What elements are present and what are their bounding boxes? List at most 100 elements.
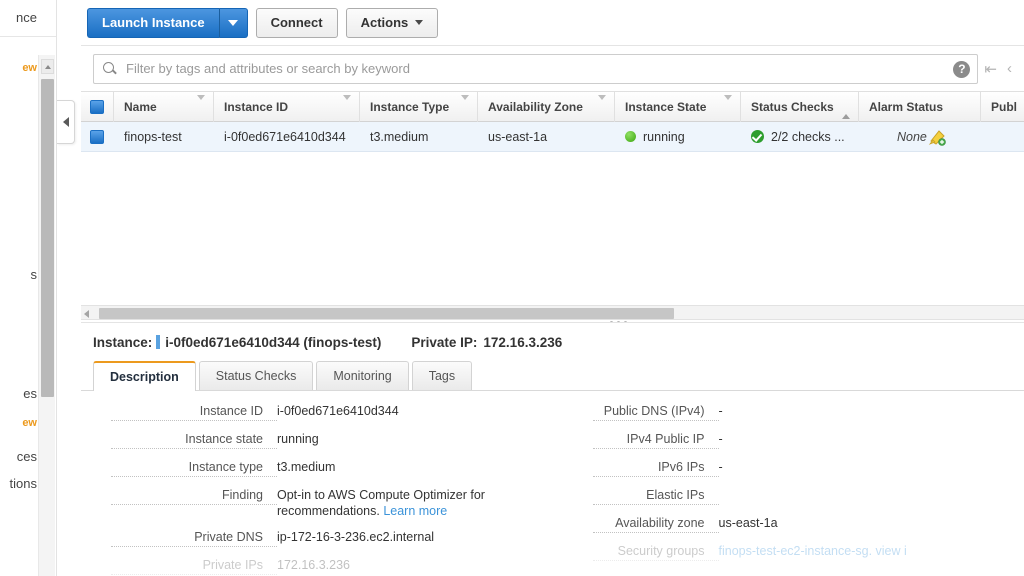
launch-instance-button[interactable]: Launch Instance bbox=[87, 8, 220, 38]
detail-field-value: i-0f0ed671e6410d344 bbox=[277, 403, 399, 421]
detail-field-row: Instance staterunning bbox=[111, 431, 553, 449]
column-header[interactable]: Instance ID bbox=[214, 91, 360, 122]
detail-field-label: Elastic IPs bbox=[593, 487, 719, 505]
column-header-label: Instance ID bbox=[224, 100, 288, 114]
column-sort-control[interactable] bbox=[598, 100, 606, 114]
column-sort-control[interactable] bbox=[197, 100, 205, 114]
column-header[interactable]: Publ bbox=[981, 91, 1024, 122]
sort-descending-icon bbox=[598, 95, 606, 114]
main-content: Launch Instance Connect Actions Filter b… bbox=[81, 0, 1024, 576]
detail-field-row: Elastic IPs bbox=[593, 487, 1024, 505]
instance-detail-panel: Instance: i-0f0ed671e6410d344 (finops-te… bbox=[81, 322, 1024, 576]
select-all-checkbox[interactable] bbox=[90, 100, 104, 114]
detail-field-row: Private IPs172.16.3.236 bbox=[111, 557, 553, 575]
column-header-label: Alarm Status bbox=[869, 100, 943, 114]
detail-field-text: running bbox=[277, 432, 319, 446]
detail-field-label: Instance state bbox=[111, 431, 277, 449]
column-header[interactable]: Name bbox=[114, 91, 214, 122]
detail-field-row: FindingOpt-in to AWS Compute Optimizer f… bbox=[111, 487, 553, 519]
search-input[interactable]: Filter by tags and attributes or search … bbox=[93, 54, 978, 84]
sidebar-item-fragment[interactable]: ces bbox=[17, 449, 37, 464]
sidebar-item-fragment[interactable]: s bbox=[31, 267, 38, 282]
column-header[interactable]: Status Checks bbox=[741, 91, 859, 122]
detail-field-value: finops-test-ec2-instance-sg. view i bbox=[719, 543, 907, 561]
detail-field-row: Public DNS (IPv4)- bbox=[593, 403, 1024, 421]
detail-field-row: Private DNSip-172-16-3-236.ec2.internal bbox=[111, 529, 553, 547]
scroll-up-arrow-icon[interactable] bbox=[41, 59, 54, 74]
sidebar-item-fragment[interactable]: nce bbox=[16, 10, 37, 25]
instances-toolbar: Launch Instance Connect Actions bbox=[81, 0, 1024, 46]
instance-type: t3.medium bbox=[370, 130, 428, 144]
detail-field-label: Private DNS bbox=[111, 529, 277, 547]
sort-descending-icon bbox=[197, 95, 205, 114]
row-select-cell bbox=[81, 122, 114, 152]
add-alarm-icon[interactable] bbox=[927, 128, 947, 146]
column-header[interactable]: Availability Zone bbox=[478, 91, 615, 122]
launch-instance-group: Launch Instance bbox=[87, 8, 248, 38]
detail-field-link[interactable]: Learn more bbox=[383, 504, 447, 518]
sidebar-item-fragment[interactable]: es bbox=[23, 386, 37, 401]
sort-descending-icon bbox=[343, 95, 351, 114]
detail-field-link[interactable]: finops-test-ec2-instance-sg. view i bbox=[719, 544, 907, 558]
status-checks: 2/2 checks ... bbox=[771, 130, 845, 144]
cell-instance-type: t3.medium bbox=[360, 122, 478, 152]
detail-field-row: IPv4 Public IP- bbox=[593, 431, 1024, 449]
connect-button[interactable]: Connect bbox=[256, 8, 338, 38]
sidebar-scrollbar[interactable] bbox=[38, 55, 55, 576]
tab-description[interactable]: Description bbox=[93, 361, 196, 391]
availability-zone: us-east-1a bbox=[488, 130, 547, 144]
column-header[interactable]: Instance State bbox=[615, 91, 741, 122]
collapse-panel-button[interactable] bbox=[57, 100, 75, 144]
first-page-button[interactable]: ⇤ bbox=[984, 60, 997, 78]
column-sort-control[interactable] bbox=[343, 100, 351, 114]
detail-field-value: - bbox=[719, 403, 723, 421]
detail-field-text: - bbox=[719, 460, 723, 474]
cell-availability-zone: us-east-1a bbox=[478, 122, 615, 152]
instance-id: i-0f0ed671e6410d344 bbox=[224, 130, 346, 144]
detail-field-text: Opt-in to AWS Compute Optimizer for reco… bbox=[277, 488, 485, 518]
column-header-label: Name bbox=[124, 100, 157, 114]
chevron-down-icon bbox=[228, 20, 238, 26]
detail-instance-id: i-0f0ed671e6410d344 (finops-test) bbox=[165, 335, 381, 350]
detail-field-row: Instance typet3.medium bbox=[111, 459, 553, 477]
sidebar-item-fragment[interactable]: tions bbox=[10, 476, 37, 491]
column-sort-control[interactable] bbox=[842, 100, 850, 114]
detail-field-label: Availability zone bbox=[593, 515, 719, 533]
search-icon bbox=[102, 61, 118, 77]
sort-descending-icon bbox=[724, 95, 732, 114]
detail-field-row: IPv6 IPs- bbox=[593, 459, 1024, 477]
table-horizontal-scrollbar[interactable] bbox=[81, 305, 1024, 320]
detail-field-label: Security groups bbox=[593, 543, 719, 561]
column-header[interactable]: Alarm Status bbox=[859, 91, 981, 122]
sidebar-item-fragment[interactable]: ew bbox=[22, 62, 37, 74]
scroll-left-arrow-icon[interactable] bbox=[84, 310, 89, 318]
detail-field-text: - bbox=[719, 404, 723, 418]
detail-field-value: running bbox=[277, 431, 319, 449]
instance-color-bar bbox=[156, 335, 160, 349]
sidebar-item-fragment[interactable]: ew bbox=[22, 417, 37, 429]
detail-field-text: t3.medium bbox=[277, 460, 335, 474]
detail-field-value: t3.medium bbox=[277, 459, 335, 477]
sidebar-scroll-thumb[interactable] bbox=[41, 79, 54, 397]
column-header[interactable]: Instance Type bbox=[360, 91, 478, 122]
sort-ascending-icon bbox=[842, 100, 850, 119]
status-check-pass-icon bbox=[751, 130, 764, 143]
horizontal-scroll-thumb[interactable] bbox=[99, 308, 674, 319]
help-icon[interactable]: ? bbox=[953, 61, 970, 78]
pagination-controls: ⇤ ‹ bbox=[984, 60, 1020, 78]
column-sort-control[interactable] bbox=[724, 100, 732, 114]
tab-monitoring[interactable]: Monitoring bbox=[316, 361, 408, 390]
filter-row: Filter by tags and attributes or search … bbox=[81, 46, 1024, 91]
table-row[interactable]: finops-test i-0f0ed671e6410d344 t3.medium u… bbox=[81, 122, 1024, 152]
detail-field-text: ip-172-16-3-236.ec2.internal bbox=[277, 530, 434, 544]
launch-instance-dropdown-button[interactable] bbox=[220, 8, 248, 38]
column-sort-control[interactable] bbox=[461, 100, 469, 114]
row-checkbox[interactable] bbox=[90, 130, 104, 144]
instance-name: finops-test bbox=[124, 130, 182, 144]
chevron-down-icon bbox=[415, 20, 423, 25]
tab-status-checks[interactable]: Status Checks bbox=[199, 361, 314, 390]
detail-field-value: Opt-in to AWS Compute Optimizer for reco… bbox=[277, 487, 507, 519]
actions-button[interactable]: Actions bbox=[346, 8, 439, 38]
prev-page-button[interactable]: ‹ bbox=[1007, 60, 1012, 77]
tab-tags[interactable]: Tags bbox=[412, 361, 472, 390]
